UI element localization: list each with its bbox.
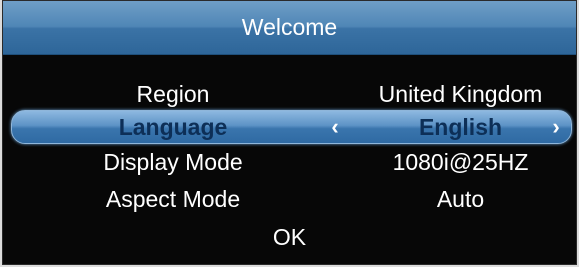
language-label: Language: [118, 114, 228, 140]
setting-row-aspect-mode[interactable]: Aspect Mode Auto: [3, 180, 576, 218]
display-mode-label: Display Mode: [103, 149, 243, 175]
dialog-title: Welcome: [241, 14, 338, 40]
setting-row-language[interactable]: Language ‹ English ›: [3, 108, 576, 146]
chevron-left-icon[interactable]: ‹: [325, 108, 345, 146]
aspect-mode-label: Aspect Mode: [105, 186, 241, 212]
aspect-mode-value[interactable]: Auto: [343, 180, 576, 218]
welcome-dialog: Welcome Region United Kingdom Language ‹…: [2, 0, 577, 265]
ok-button[interactable]: OK: [3, 221, 576, 253]
language-value[interactable]: English: [343, 108, 576, 146]
title-bar: Welcome: [3, 1, 576, 55]
display-mode-value[interactable]: 1080i@25HZ: [343, 143, 576, 181]
setting-row-display-mode[interactable]: Display Mode 1080i@25HZ: [3, 143, 576, 181]
chevron-right-icon[interactable]: ›: [546, 108, 566, 146]
